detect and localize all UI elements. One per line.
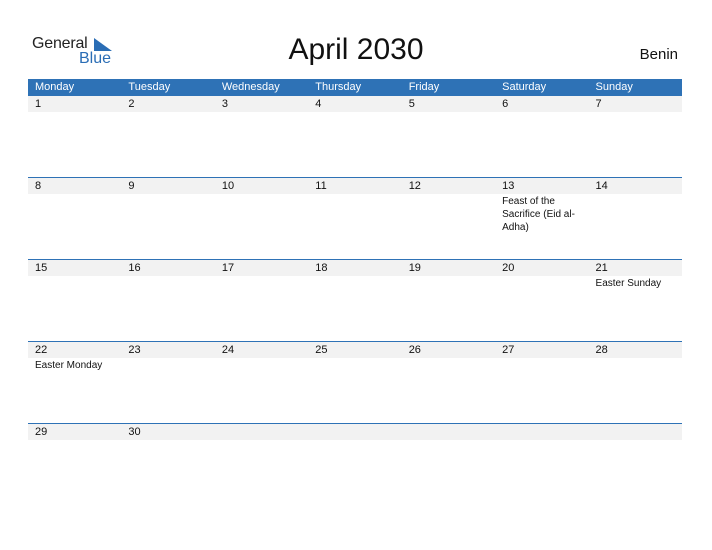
holiday-label: Feast of the Sacrifice (Eid al-Adha) [502,196,575,233]
holiday-label [495,276,588,290]
day-number-row: 22 23 24 25 26 27 28 [28,342,682,358]
day-number-row: 8 9 10 11 12 13 14 [28,178,682,194]
day-number: 25 [315,344,328,356]
holiday-label [495,440,588,441]
day-number: 4 [315,98,322,110]
holiday-label [121,440,214,441]
day-number: 13 [502,180,515,192]
holiday-label [308,440,401,441]
day-number: 7 [595,98,602,110]
day-number: 14 [595,180,608,192]
day-number [589,424,682,440]
day-number: 11 [315,180,327,192]
day-number-row: 1 2 3 4 5 6 7 [28,96,682,112]
week-row: 29 30 [28,423,682,505]
holiday-label [215,440,308,441]
event-row [28,112,682,113]
holiday-label [28,112,121,113]
event-row: Feast of the Sacrifice (Eid al-Adha) [28,194,682,234]
day-number [495,424,588,440]
day-number: 1 [35,98,42,110]
page-title: April 2030 [288,33,424,66]
week-row: 22 23 24 25 26 27 28 Easter Monday [28,341,682,423]
holiday-label [402,440,495,441]
holiday-label [121,276,214,290]
day-number-row: 29 30 [28,424,682,440]
day-number: 20 [502,262,515,274]
day-number-row: 15 16 17 18 19 20 21 [28,260,682,276]
event-row: Easter Monday [28,358,682,372]
day-number: 19 [408,262,421,274]
event-row [28,440,682,441]
day-number: 21 [595,262,608,274]
holiday-label [589,194,682,234]
weekday-thursday: Thursday [315,81,362,93]
weekday-sunday: Sunday [595,81,633,93]
holiday-label [402,194,495,234]
day-number: 12 [408,180,421,192]
weekday-monday: Monday [35,81,75,93]
holiday-label [121,358,214,372]
holiday-label [308,194,401,234]
day-number: 3 [221,98,228,110]
week-row: 15 16 17 18 19 20 21 Easter Sunday [28,259,682,341]
holiday-label [215,358,308,372]
weekday-saturday: Saturday [502,81,547,93]
day-number: 10 [221,180,235,192]
day-number [215,424,308,440]
holiday-label [215,194,308,234]
holiday-label: Easter Monday [35,360,103,371]
day-number: 15 [35,262,48,274]
holiday-label [402,358,495,372]
weekday-wednesday: Wednesday [221,81,280,93]
holiday-label [495,358,588,372]
calendar-grid: Monday Tuesday Wednesday Thursday Friday… [28,79,682,505]
holiday-label [308,276,401,290]
day-number: 27 [502,344,515,356]
holiday-label [308,112,401,113]
day-number: 6 [502,98,509,110]
holiday-label [589,112,682,113]
day-number: 8 [35,180,42,192]
day-number: 18 [315,262,328,274]
holiday-label [215,276,308,290]
day-number: 17 [221,262,235,274]
week-row: 8 9 10 11 12 13 14 Feast of the Sacrifice (Eid … [28,177,682,259]
holiday-label [215,112,308,113]
weekday-header: Monday Tuesday Wednesday Thursday Friday… [28,79,682,96]
holiday-label [402,112,495,113]
day-number: 5 [408,98,415,110]
day-number: 30 [128,426,141,438]
week-row: 1 2 3 4 5 6 7 [28,96,682,177]
day-number: 2 [128,98,135,110]
day-number [402,424,495,440]
country-label: Benin [639,46,678,63]
holiday-label [402,276,495,290]
holiday-label [589,440,682,441]
holiday-label [121,194,214,234]
holiday-label [121,112,214,113]
day-number: 24 [221,344,235,356]
holiday-label [589,358,682,372]
weekday-friday: Friday [408,81,440,93]
holiday-label [308,358,401,372]
day-number: 23 [128,344,141,356]
holiday-label [495,112,588,113]
day-number [308,424,401,440]
day-number: 22 [35,344,48,356]
holiday-label [28,440,121,441]
event-row: Easter Sunday [28,276,682,290]
day-number: 28 [595,344,608,356]
day-number: 16 [128,262,141,274]
holiday-label: Easter Sunday [595,278,662,289]
day-number: 26 [408,344,421,356]
day-number: 29 [35,426,48,438]
day-number: 9 [128,180,135,192]
holiday-label [28,276,121,290]
holiday-label [28,194,121,234]
weekday-tuesday: Tuesday [128,81,171,93]
